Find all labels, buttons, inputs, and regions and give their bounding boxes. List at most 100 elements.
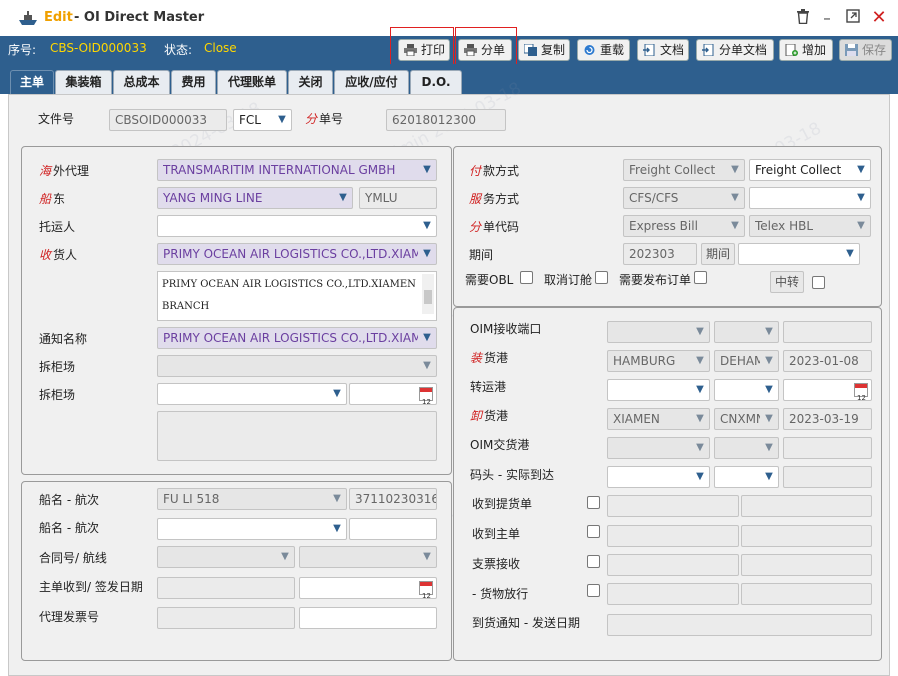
pol-date[interactable]: 2023-01-08 (783, 350, 872, 372)
check-received-field2[interactable] (741, 554, 872, 576)
chevron-down-icon: ▼ (423, 164, 431, 175)
calendar-icon[interactable] (419, 581, 433, 598)
devanning2-select[interactable]: ▼ (157, 383, 347, 405)
check-received-field[interactable] (607, 554, 739, 576)
consignee-address[interactable]: PRIMY OCEAN AIR LOGISTICS CO.,LTD.XIAMEN… (157, 271, 437, 321)
trash-icon[interactable] (794, 9, 812, 27)
arrival-notice-field[interactable] (607, 614, 872, 636)
chevron-down-icon: ▼ (765, 442, 773, 453)
notify-select[interactable]: PRIMY OCEAN AIR LOGISTICS CO.,LTD.XIAMEN… (157, 327, 437, 349)
hbl-code-select[interactable]: Express Bill ▼ (623, 215, 745, 237)
pod-date[interactable]: 2023-03-19 (783, 408, 872, 430)
transship-code-select[interactable]: ▼ (714, 379, 779, 401)
period-select[interactable]: ▼ (738, 243, 860, 265)
minimize-icon[interactable]: – (818, 9, 836, 27)
shipper-select[interactable]: ▼ (157, 215, 437, 237)
oim-delivery-code-select[interactable]: ▼ (714, 437, 779, 459)
check-received-checkbox[interactable] (587, 555, 600, 568)
service-select[interactable]: CFS/CFS ▼ (623, 187, 745, 209)
mbl-received2-field2[interactable] (741, 525, 872, 547)
hbl-no-field[interactable]: 62018012300 (386, 109, 506, 131)
vessel1-select[interactable]: FU LI 518 ▼ (157, 488, 347, 510)
consignee-value: PRIMY OCEAN AIR LOGISTICS CO.,LTD.XIAMEN… (163, 247, 418, 261)
pod-code-select[interactable]: CNXMN ▼ (714, 408, 779, 430)
oim-delivery-select[interactable]: ▼ (607, 437, 710, 459)
carrier-code-field[interactable]: YMLU (359, 187, 437, 209)
bl-received-field[interactable] (607, 495, 739, 517)
docs-button[interactable]: 文档 (637, 39, 689, 61)
mbl-received2-field[interactable] (607, 525, 739, 547)
oim-receipt-select[interactable]: ▼ (607, 321, 710, 343)
pod-select[interactable]: XIAMEN ▼ (607, 408, 710, 430)
period-button[interactable]: 期间 (701, 243, 735, 265)
mbl-received-checkbox[interactable] (587, 525, 600, 538)
scrollbar[interactable] (422, 274, 434, 314)
add-button[interactable]: 增加 (779, 39, 833, 61)
transfer-button[interactable]: 中转 (770, 271, 804, 293)
pol-code-select[interactable]: DEHAM ▼ (714, 350, 779, 372)
seq-value: CBS-OID000033 (50, 41, 147, 55)
carrier-select[interactable]: YANG MING LINE ▼ (157, 187, 353, 209)
tab-charges[interactable]: 费用 (171, 70, 216, 94)
maximize-icon[interactable] (844, 9, 862, 27)
terminal-code-select[interactable]: ▼ (714, 466, 779, 488)
tab-do[interactable]: D.O. (410, 70, 462, 94)
transfer-checkbox[interactable] (812, 276, 825, 289)
devanning-date-field[interactable] (349, 383, 437, 405)
mbl-received-field[interactable] (157, 577, 295, 599)
payment-select[interactable]: Freight Collect ▼ (623, 159, 745, 181)
tab-agent-bill[interactable]: 代理账单 (217, 70, 287, 94)
devanning-notes[interactable] (157, 411, 437, 461)
split-docs-button[interactable]: 分单文档 (696, 39, 774, 61)
consignee-select[interactable]: PRIMY OCEAN AIR LOGISTICS CO.,LTD.XIAMEN… (157, 243, 437, 265)
cancel-booking-label: 取消订舱 (544, 273, 593, 287)
service-select2[interactable]: ▼ (749, 187, 871, 209)
devanning-select[interactable]: ▼ (157, 355, 437, 377)
bl-received-checkbox[interactable] (587, 496, 600, 509)
oim-receipt-date[interactable] (783, 321, 872, 343)
actual-arrival-date[interactable] (783, 466, 872, 488)
file-no-field[interactable]: CBSOID000033 (109, 109, 227, 131)
tab-main[interactable]: 主单 (10, 70, 54, 94)
vessel2-select[interactable]: ▼ (157, 518, 347, 540)
agent-invoice-field[interactable] (157, 607, 295, 629)
calendar-icon[interactable] (854, 383, 868, 400)
voyage2-field[interactable] (349, 518, 437, 540)
save-button[interactable]: 保存 (839, 39, 892, 61)
load-type-select[interactable]: FCL ▼ (233, 109, 292, 131)
close-icon[interactable]: ✕ (870, 9, 888, 27)
oim-receipt-code-select[interactable]: ▼ (714, 321, 779, 343)
tab-close[interactable]: 关闭 (288, 70, 333, 94)
reload-button[interactable]: 重载 (577, 39, 630, 61)
chevron-down-icon: ▼ (333, 388, 341, 399)
tab-containers[interactable]: 集装箱 (55, 70, 112, 94)
cargo-release-field[interactable] (607, 583, 739, 605)
overseas-agent-select[interactable]: TRANSMARITIM INTERNATIONAL GMBH ▼ (157, 159, 437, 181)
cancel-booking-checkbox[interactable] (595, 271, 608, 284)
need-release-checkbox[interactable] (694, 271, 707, 284)
transship-date[interactable] (783, 379, 872, 401)
agent-invoice-field2[interactable] (299, 607, 437, 629)
voyage1-field[interactable]: 371102303160 (349, 488, 437, 510)
period-field[interactable]: 202303 (623, 243, 697, 265)
pol-select[interactable]: HAMBURG ▼ (607, 350, 710, 372)
chevron-down-icon: ▼ (696, 471, 704, 482)
terminal-select[interactable]: ▼ (607, 466, 710, 488)
bl-received-field2[interactable] (741, 495, 872, 517)
hbl-no-label-text: 单号 (319, 112, 344, 126)
tab-total-cost[interactable]: 总成本 (113, 70, 170, 94)
cargo-release-checkbox[interactable] (587, 584, 600, 597)
route-select[interactable]: ▼ (299, 546, 437, 568)
payment-select2[interactable]: Freight Collect ▼ (749, 159, 871, 181)
transship-select[interactable]: ▼ (607, 379, 710, 401)
issue-date-field[interactable] (299, 577, 437, 599)
hbl-type-select[interactable]: Telex HBL ▼ (749, 215, 871, 237)
payment-label: 付款方式 (469, 162, 519, 179)
need-obl-checkbox[interactable] (520, 271, 533, 284)
tab-ar-ap[interactable]: 应收/应付 (334, 70, 409, 94)
oim-delivery-date[interactable] (783, 437, 872, 459)
calendar-icon[interactable] (419, 387, 433, 404)
cargo-release-field2[interactable] (741, 583, 872, 605)
copy-button[interactable]: 复制 (518, 39, 570, 61)
contract-select[interactable]: ▼ (157, 546, 295, 568)
